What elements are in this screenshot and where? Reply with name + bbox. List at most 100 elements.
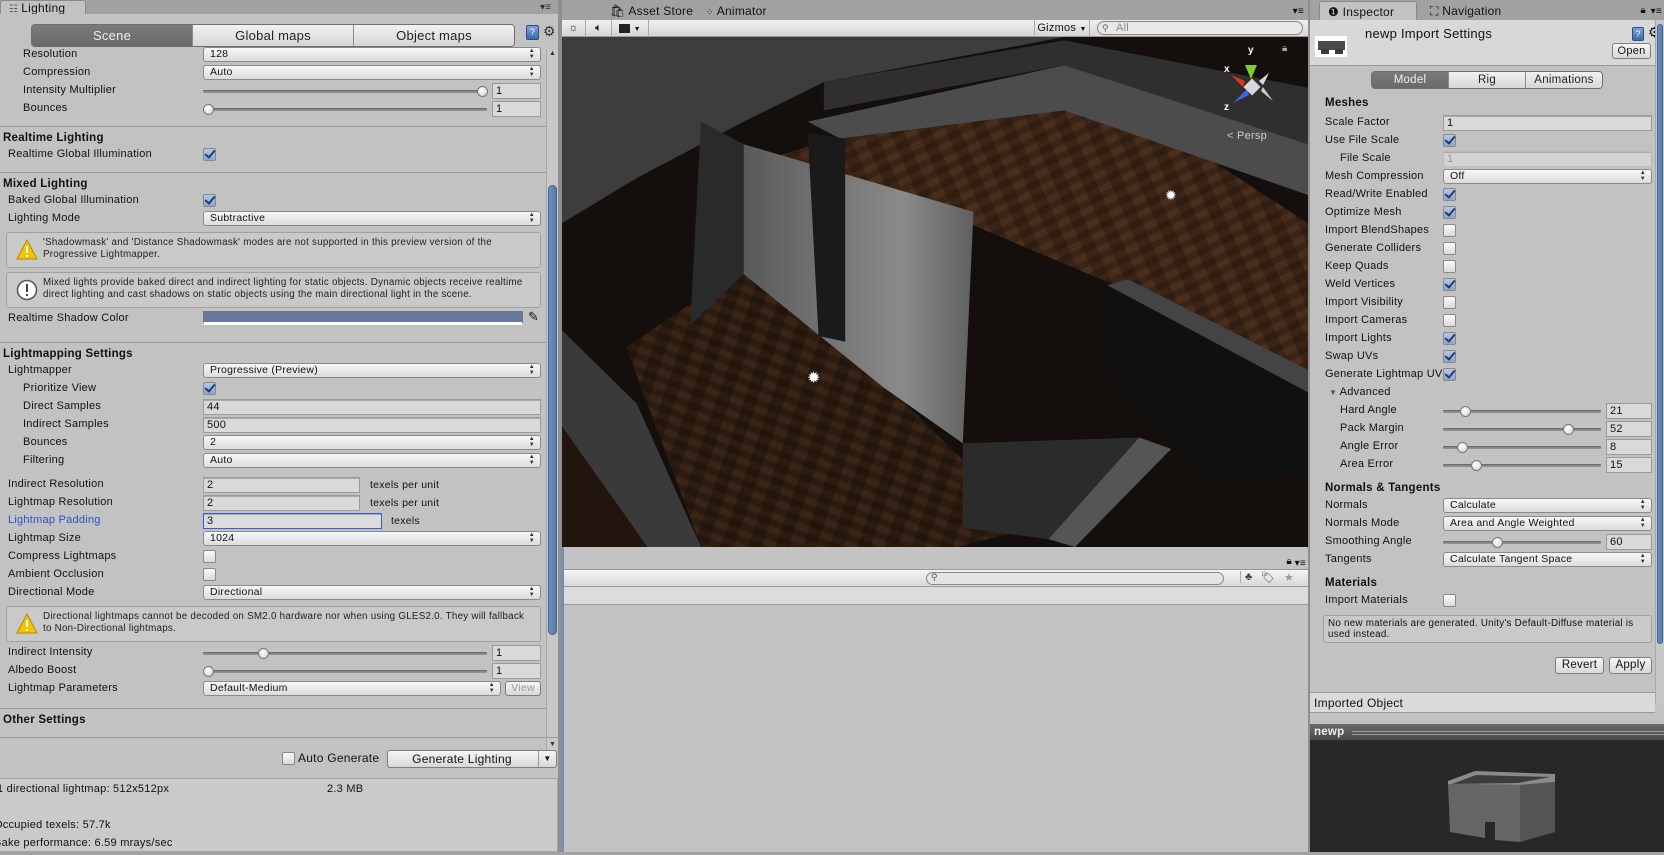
intensity-multiplier-value-field[interactable]: 1 [492, 83, 541, 99]
import-visibility-control[interactable] [1443, 295, 1652, 311]
inspector-scrollbar-thumb[interactable] [1657, 24, 1663, 644]
slider-thumb[interactable] [1492, 537, 1504, 548]
tab-animations[interactable]: Animations [1525, 72, 1602, 88]
use-file-scale-control[interactable] [1443, 133, 1652, 149]
hard-angle-slider[interactable]: 21 [1443, 403, 1652, 419]
revert-button[interactable]: Revert [1555, 657, 1604, 674]
scene-viewport[interactable]: ✹ ✹ y x z 🔒︎ < Persp [562, 37, 1308, 547]
lightmap-parameters-view-button[interactable]: View [505, 681, 541, 696]
generate-lightmap-uvs-control[interactable] [1443, 367, 1652, 383]
filtering-control[interactable]: Auto ▲ ▼ [203, 453, 541, 469]
scroll-down-icon[interactable]: ▼ [549, 741, 556, 748]
tab-navigation[interactable]: ⛶ Navigation [1422, 1, 1509, 20]
mesh-compression-control[interactable]: Off ▲ ▼ [1443, 169, 1652, 185]
imported-object-header[interactable]: Imported Object [1310, 692, 1655, 713]
gizmos-dropdown[interactable]: Gizmos ▼ [1034, 20, 1090, 37]
section-header[interactable]: Other Settings [0, 712, 546, 728]
eyedropper-icon[interactable]: ✎ [528, 309, 539, 325]
lightmap-size-dropdown[interactable]: 1024 ▲ ▼ [203, 531, 541, 546]
lightmapper-control[interactable]: Progressive (Preview) ▲ ▼ [203, 363, 541, 379]
indirect-intensity-slider[interactable]: 1 [203, 645, 541, 661]
section-header[interactable]: Realtime Lighting [0, 130, 546, 146]
normals-mode-dropdown[interactable]: Area and Angle Weighted ▲ ▼ [1443, 516, 1652, 531]
tab-model[interactable]: Model [1372, 72, 1448, 88]
normals-dropdown[interactable]: Calculate ▲ ▼ [1443, 498, 1652, 513]
use-file-scale-checkbox[interactable] [1443, 134, 1456, 147]
import-blendshapes-control[interactable] [1443, 223, 1652, 239]
lightmap-resolution-control[interactable]: 2 texels per unit [203, 495, 541, 511]
lightmapper-dropdown[interactable]: Progressive (Preview) ▲ ▼ [203, 363, 541, 378]
slider-thumb[interactable] [477, 86, 488, 97]
scene-effects-dropdown[interactable]: ▼ [612, 20, 649, 37]
realtime-shadow-color-control[interactable]: ✎ [203, 309, 539, 327]
swap-uvs-checkbox[interactable] [1443, 350, 1456, 363]
lock-icon[interactable]: 🔒︎ [1282, 43, 1288, 54]
lightmap-resolution-field[interactable]: 2 [203, 495, 360, 511]
area-error-slider[interactable]: 15 [1443, 457, 1652, 473]
compress-lightmaps-checkbox[interactable] [203, 550, 216, 563]
indirect-resolution-control[interactable]: 2 texels per unit [203, 477, 541, 493]
direct-samples-field[interactable]: 44 [203, 399, 541, 415]
slider-track[interactable] [1443, 464, 1601, 467]
ambient-occlusion-control[interactable] [203, 567, 541, 583]
realtime-shadow-color-swatch[interactable] [203, 311, 523, 325]
section-header[interactable]: Mixed Lighting [0, 176, 546, 192]
preview-header[interactable]: newp [1310, 724, 1664, 742]
albedo-boost-value-field[interactable]: 1 [492, 663, 541, 679]
normals-mode-control[interactable]: Area and Angle Weighted ▲ ▼ [1443, 516, 1652, 532]
lightmap-parameters-dropdown[interactable]: Default-Medium ▲ ▼ [203, 681, 501, 696]
compress-lightmaps-control[interactable] [203, 549, 541, 565]
lightmap-padding-control[interactable]: 3 texels [203, 513, 541, 529]
swap-uvs-control[interactable] [1443, 349, 1652, 365]
albedo-boost-slider[interactable]: 1 [203, 663, 541, 679]
slider-thumb[interactable] [257, 648, 269, 659]
tangents-dropdown[interactable]: Calculate Tangent Space ▲ ▼ [1443, 552, 1652, 567]
lighting-window-tab[interactable]: ☷ Lighting [0, 0, 86, 15]
slider-thumb[interactable] [1471, 460, 1482, 471]
weld-vertices-checkbox[interactable] [1443, 278, 1456, 291]
baked-global-illumination-control[interactable] [203, 193, 541, 209]
import-blendshapes-checkbox[interactable] [1443, 224, 1456, 237]
favorites-star-icon[interactable]: ★ [1284, 571, 1294, 584]
tab-inspector[interactable]: ❶ Inspector [1319, 1, 1417, 20]
tab-asset-store[interactable]: 🛍︎ Asset Store [602, 1, 701, 20]
scene-search-input[interactable]: ⚲ All [1097, 21, 1303, 35]
advanced-foldout[interactable]: ▼ Advanced [1329, 386, 1391, 398]
window-menu-icon[interactable]: ▾≡ [1651, 6, 1662, 17]
hard-angle-value-field[interactable]: 21 [1606, 403, 1652, 419]
orientation-gizmo[interactable]: y x z [1217, 45, 1292, 115]
slider-track[interactable] [203, 652, 487, 655]
window-menu-icon[interactable]: ▾≡ [1293, 6, 1304, 17]
chevron-down-icon[interactable]: ▼ [538, 751, 556, 767]
scale-factor-control[interactable]: 1 [1443, 115, 1652, 131]
generate-colliders-control[interactable] [1443, 241, 1652, 257]
generate-colliders-checkbox[interactable] [1443, 242, 1456, 255]
project-search-input[interactable]: ⚲ [926, 572, 1224, 585]
smoothing-angle-value-field[interactable]: 60 [1606, 534, 1652, 550]
slider-track[interactable] [203, 90, 487, 93]
import-cameras-checkbox[interactable] [1443, 314, 1456, 327]
compression-dropdown[interactable]: Auto ▲ ▼ [203, 65, 541, 80]
import-lights-checkbox[interactable] [1443, 332, 1456, 345]
weld-vertices-control[interactable] [1443, 277, 1652, 293]
smoothing-angle-slider[interactable]: 60 [1443, 534, 1652, 550]
keep-quads-checkbox[interactable] [1443, 260, 1456, 273]
lighting-mode-dropdown[interactable]: Subtractive ▲ ▼ [203, 211, 541, 226]
direct-samples-control[interactable]: 44 [203, 399, 541, 415]
slider-thumb[interactable] [203, 104, 214, 115]
light-source-icon[interactable]: ✹ [1165, 188, 1179, 202]
help-book-icon[interactable]: ? [1632, 27, 1644, 41]
import-materials-control[interactable] [1443, 593, 1652, 609]
lightmap-size-control[interactable]: 1024 ▲ ▼ [203, 531, 541, 547]
read-write-enabled-checkbox[interactable] [1443, 188, 1456, 201]
light-source-icon[interactable]: ✹ [807, 371, 823, 387]
baked-global-illumination-checkbox[interactable] [203, 194, 216, 207]
lock-icon[interactable]: 🔒︎ [1640, 5, 1646, 16]
lighting-mode-control[interactable]: Subtractive ▲ ▼ [203, 211, 541, 227]
filter-by-type-icon[interactable]: ♣ [1240, 571, 1252, 583]
area-error-value-field[interactable]: 15 [1606, 457, 1652, 473]
lightmap-padding-field[interactable]: 3 [203, 513, 382, 529]
slider-thumb[interactable] [1562, 424, 1574, 435]
auto-generate-checkbox[interactable] [282, 752, 295, 765]
gear-icon[interactable]: ⚙ [543, 23, 556, 40]
